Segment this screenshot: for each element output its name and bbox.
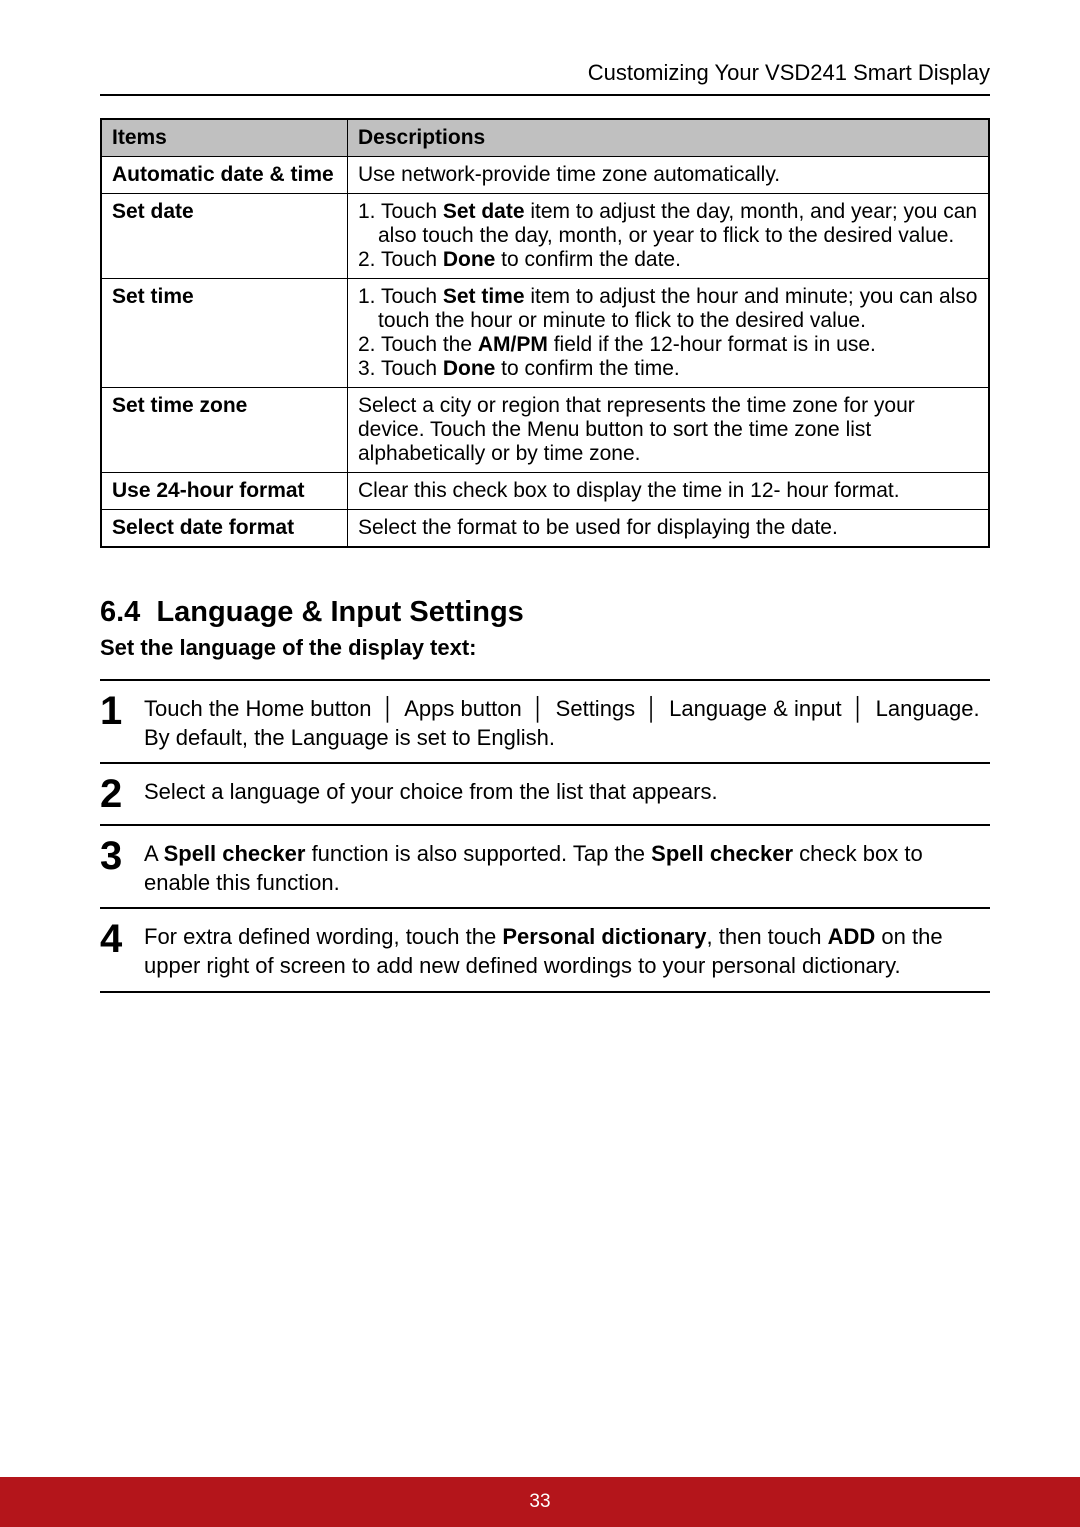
th-items: Items [101,119,348,157]
footer-bar: 33 [0,1477,1080,1527]
table-row: Set time zone Select a city or region th… [101,388,989,473]
step-number: 1 [100,689,144,731]
cell-item: Set time [101,279,348,388]
step-4: 4 For extra defined wording, touch the P… [100,907,990,992]
table-row: Set date 1. Touch Set date item to adjus… [101,194,989,279]
cell-desc: Clear this check box to display the time… [348,473,990,510]
header-rule [100,94,990,96]
step-number: 3 [100,834,144,876]
step-body: Touch the Home button │ Apps button │ Se… [144,689,990,752]
step-number: 2 [100,772,144,814]
items-table: Items Descriptions Automatic date & time… [100,118,990,548]
table-row: Use 24-hour format Clear this check box … [101,473,989,510]
step-2: 2 Select a language of your choice from … [100,762,990,824]
step-body: A Spell checker function is also support… [144,834,990,897]
section-title: Language & Input Settings [156,596,523,628]
th-desc: Descriptions [348,119,990,157]
cell-item: Set time zone [101,388,348,473]
cell-desc: 1. Touch Set time item to adjust the hou… [348,279,990,388]
section-subhead: Set the language of the display text: [100,635,990,661]
cell-item: Automatic date & time [101,157,348,194]
step-body: For extra defined wording, touch the Per… [144,917,990,980]
table-row: Automatic date & time Use network-provid… [101,157,989,194]
page-number: 33 [529,1491,550,1512]
separator-icon: │ [528,695,550,724]
separator-icon: │ [378,695,400,724]
cell-item: Set date [101,194,348,279]
cell-desc: 1. Touch Set date item to adjust the day… [348,194,990,279]
table-row: Set time 1. Touch Set time item to adjus… [101,279,989,388]
step-1: 1 Touch the Home button │ Apps button │ … [100,679,990,762]
section-heading: 6.4 Language & Input Settings [100,596,990,629]
step-number: 4 [100,917,144,959]
cell-desc: Select a city or region that represents … [348,388,990,473]
table-row: Select date format Select the format to … [101,510,989,548]
cell-desc: Select the format to be used for display… [348,510,990,548]
step-body: Select a language of your choice from th… [144,772,718,807]
step-3: 3 A Spell checker function is also suppo… [100,824,990,907]
page: Customizing Your VSD241 Smart Display It… [0,0,1080,1527]
cell-item: Use 24-hour format [101,473,348,510]
cell-item: Select date format [101,510,348,548]
section-number: 6.4 [100,596,140,628]
cell-desc: Use network-provide time zone automatica… [348,157,990,194]
separator-icon: │ [848,695,870,724]
running-header: Customizing Your VSD241 Smart Display [100,60,990,86]
steps-list: 1 Touch the Home button │ Apps button │ … [100,679,990,993]
separator-icon: │ [641,695,663,724]
